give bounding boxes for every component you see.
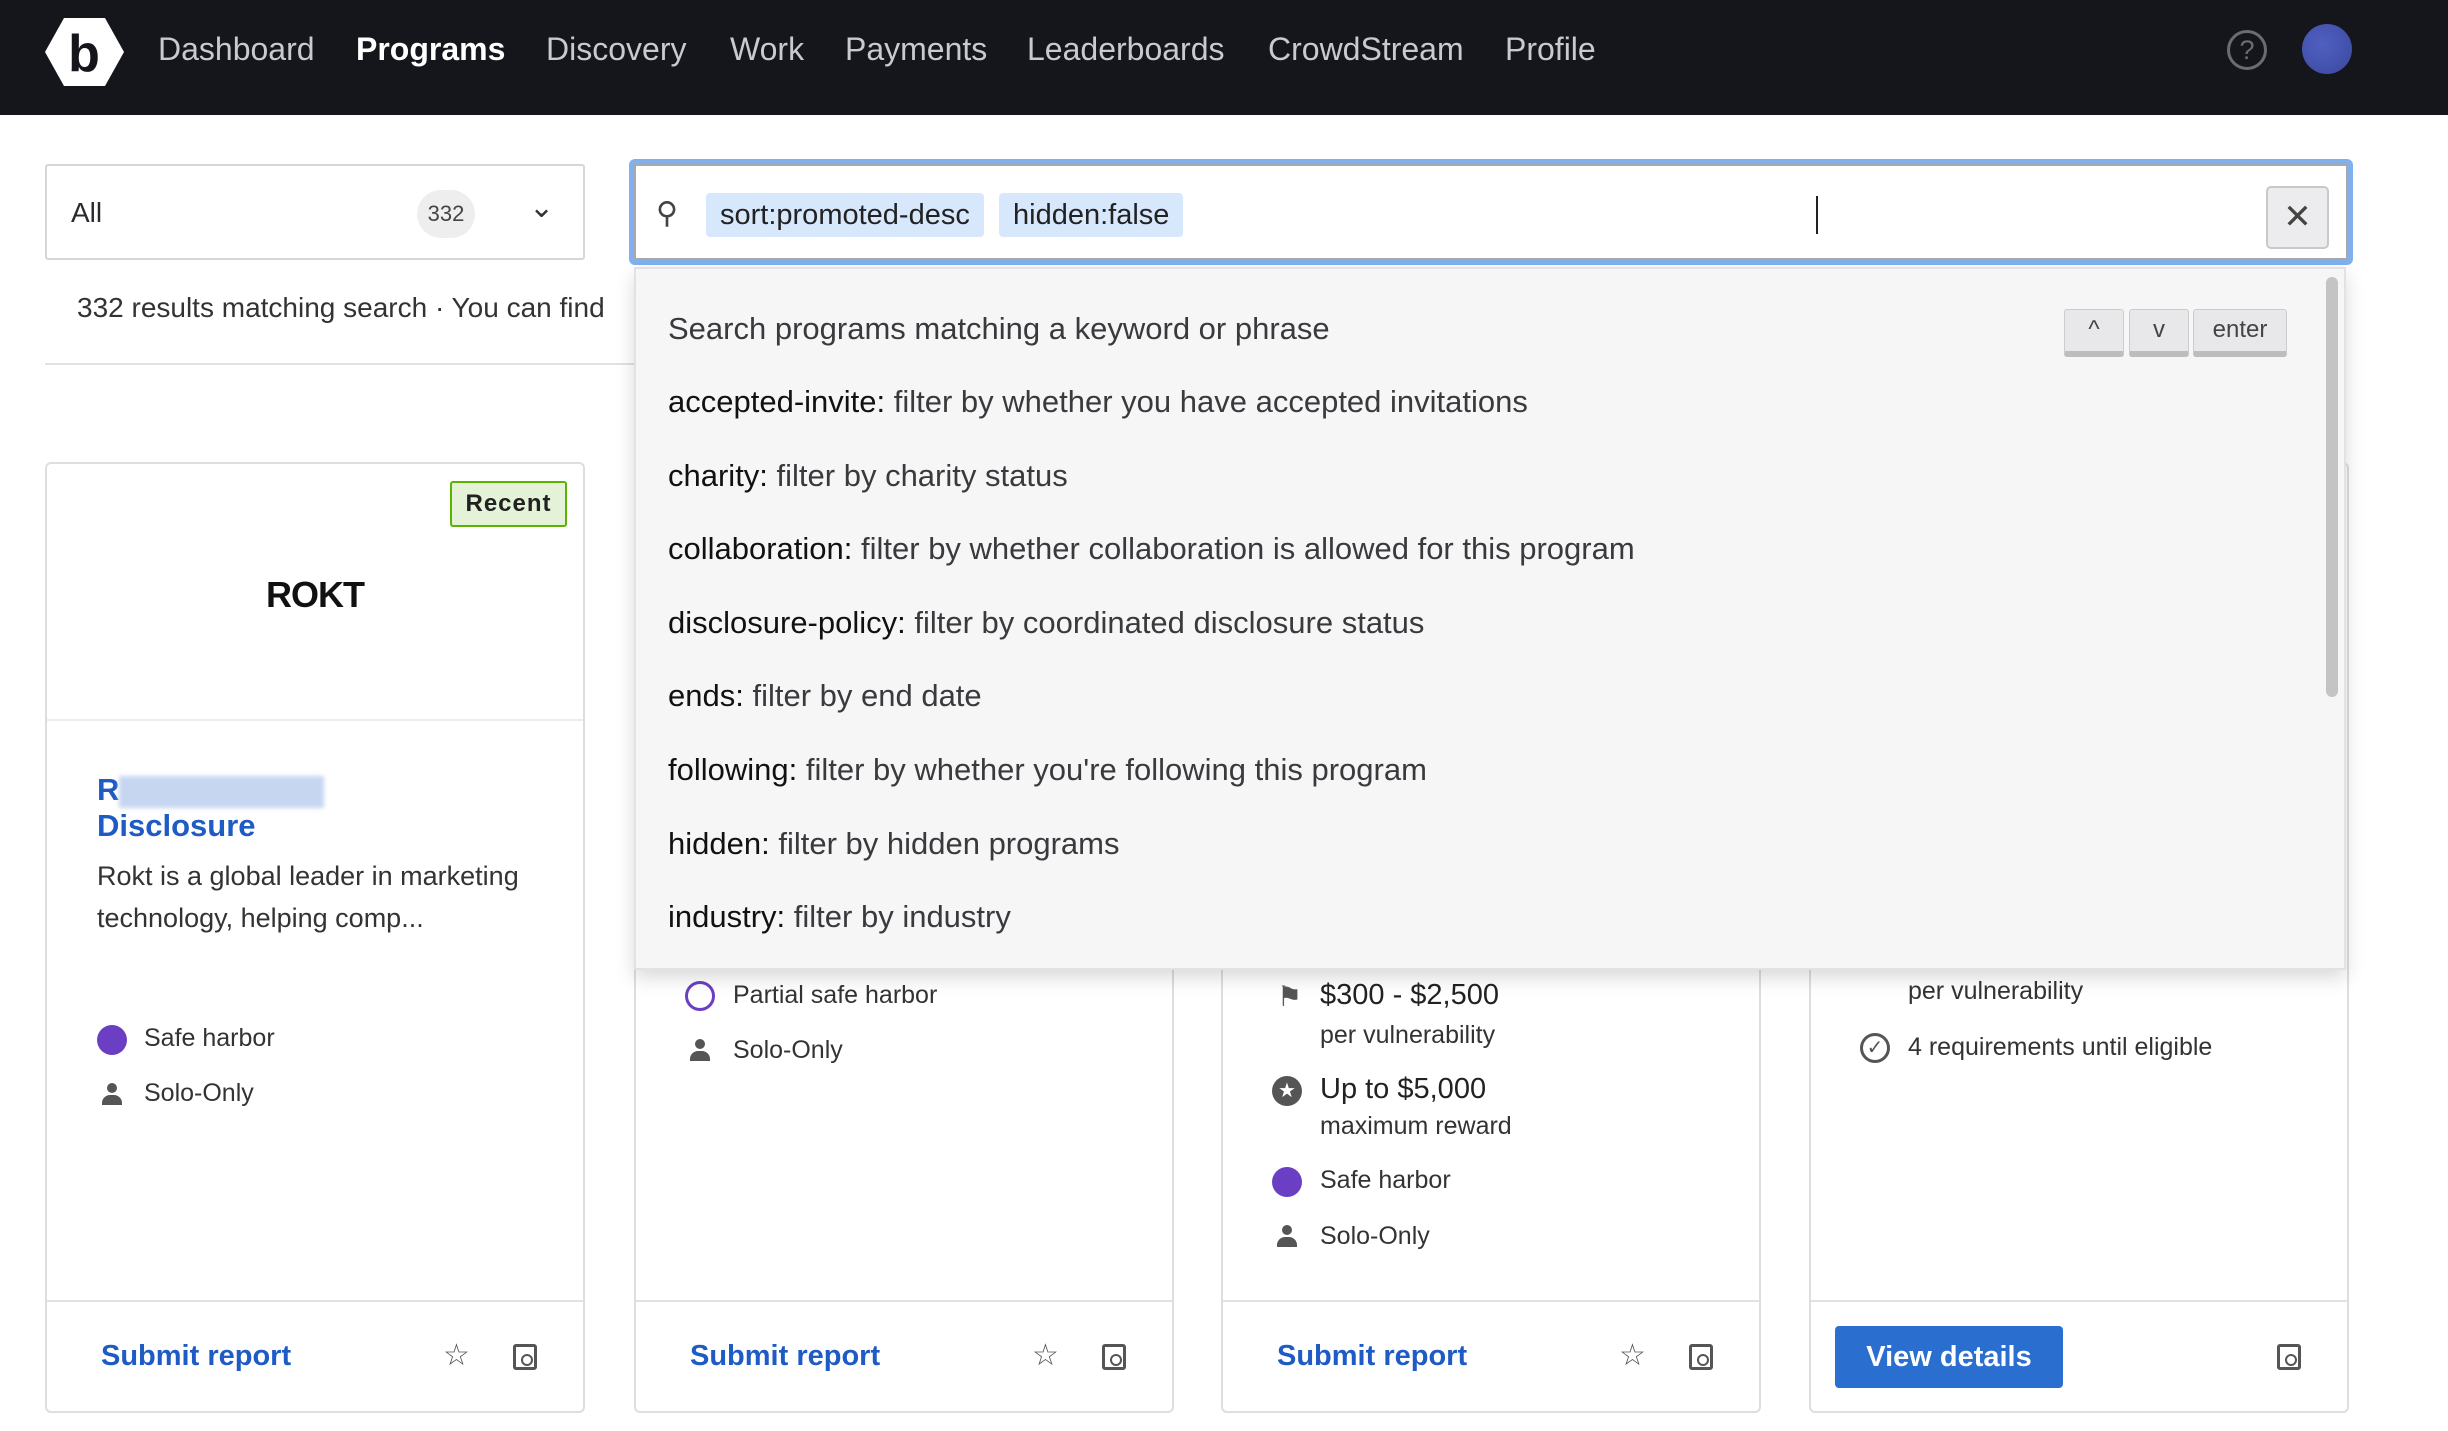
star-icon[interactable]: ☆ [1032, 1338, 1059, 1373]
results-summary: 332 results matching search · You can fi… [77, 292, 605, 323]
safe-harbor-icon [97, 1025, 127, 1055]
nav-crowdstream[interactable]: CrowdStream [1268, 31, 1464, 68]
nav-profile[interactable]: Profile [1505, 31, 1596, 68]
search-icon: ⚲ [656, 197, 678, 230]
submit-report-link[interactable]: Submit report [101, 1340, 291, 1373]
camera-icon[interactable] [1689, 1344, 1713, 1370]
person-icon [690, 1039, 710, 1063]
nav-leaderboards[interactable]: Leaderboards [1027, 31, 1224, 68]
suggestion-item[interactable]: ends: filter by end date [668, 678, 982, 714]
search-chip[interactable]: sort:promoted-desc [706, 193, 984, 237]
filter-selected: All [71, 197, 103, 228]
chevron-down-icon: ⌄ [529, 191, 555, 224]
clear-search-button[interactable]: ✕ [2266, 186, 2329, 249]
divider [636, 1300, 1172, 1302]
suggestion-item[interactable]: following: filter by whether you're foll… [668, 752, 1427, 788]
recent-badge: Recent [450, 481, 567, 527]
feature-label: Safe harbor [144, 1024, 275, 1052]
text-cursor [1816, 196, 1818, 234]
filter-count-badge: 332 [417, 190, 475, 238]
suggestion-header: Search programs matching a keyword or ph… [668, 311, 1330, 346]
star-badge-icon: ★ [1272, 1076, 1302, 1106]
program-logo: ROKT [266, 574, 365, 615]
help-icon[interactable]: ? [2227, 30, 2267, 70]
program-description: Rokt is a global leader in marketing tec… [97, 861, 519, 933]
key-enter-hint: enter [2193, 309, 2287, 357]
requirements-label: 4 requirements until eligible [1908, 1033, 2213, 1061]
svg-text:b: b [68, 25, 100, 83]
search-suggestions-dropdown: Search programs matching a keyword or ph… [634, 267, 2346, 970]
divider [1811, 1300, 2347, 1302]
max-reward: Up to $5,000 [1320, 1073, 1487, 1105]
feature-label: Partial safe harbor [733, 981, 938, 1009]
scrollbar[interactable] [2326, 277, 2338, 697]
nav-payments[interactable]: Payments [845, 31, 987, 68]
avatar[interactable] [2302, 24, 2352, 74]
check-circle-icon: ✓ [1860, 1033, 1890, 1063]
suggestion-item[interactable]: industry: filter by industry [668, 899, 1011, 935]
suggestion-item[interactable]: charity: filter by charity status [668, 458, 1068, 494]
suggestion-item[interactable]: disclosure-policy: filter by coordinated… [668, 605, 1424, 641]
redacted-blur [119, 775, 325, 808]
camera-icon[interactable] [1102, 1344, 1126, 1370]
nav-discovery[interactable]: Discovery [546, 31, 686, 68]
top-nav: b Dashboard Programs Discovery Work Paym… [0, 0, 2448, 115]
flag-icon: ⚑ [1277, 981, 1303, 1012]
reward-range: $300 - $2,500 [1320, 979, 1499, 1011]
camera-icon[interactable] [2277, 1344, 2301, 1370]
key-up-hint: ^ [2064, 309, 2124, 357]
divider [45, 363, 645, 365]
reward-range-sub: per vulnerability [1320, 1021, 1496, 1049]
search-input[interactable]: ⚲ sort:promoted-desc hidden:false ✕ [629, 159, 2353, 265]
star-icon[interactable]: ☆ [443, 1338, 470, 1373]
nav-dashboard[interactable]: Dashboard [158, 31, 315, 68]
program-title-link[interactable]: R Disclosure [97, 772, 325, 844]
suggestion-item[interactable]: collaboration: filter by whether collabo… [668, 531, 1635, 567]
suggestion-item[interactable]: accepted-invite: filter by whether you h… [668, 384, 1528, 420]
person-icon [102, 1083, 122, 1107]
feature-label: Solo-Only [144, 1079, 254, 1107]
max-reward-sub: maximum reward [1320, 1112, 1512, 1140]
divider [47, 719, 583, 721]
feature-label: Solo-Only [1320, 1222, 1430, 1250]
suggestion-item[interactable]: hidden: filter by hidden programs [668, 826, 1120, 862]
partial-safe-harbor-icon [685, 981, 715, 1011]
camera-icon[interactable] [513, 1344, 537, 1370]
reward-sub: per vulnerability [1908, 977, 2084, 1005]
key-down-hint: v [2129, 309, 2189, 357]
divider [47, 1300, 583, 1302]
nav-work[interactable]: Work [730, 31, 804, 68]
feature-label: Solo-Only [733, 1036, 843, 1064]
star-icon[interactable]: ☆ [1619, 1338, 1646, 1373]
nav-programs[interactable]: Programs [356, 31, 505, 68]
feature-label: Safe harbor [1320, 1166, 1451, 1194]
program-filter-select[interactable]: All 332 ⌄ [45, 164, 585, 260]
person-icon [1277, 1225, 1297, 1249]
bugcrowd-logo[interactable]: b [44, 16, 125, 88]
view-details-button[interactable]: View details [1835, 1326, 2063, 1388]
submit-report-link[interactable]: Submit report [1277, 1340, 1467, 1373]
safe-harbor-icon [1272, 1167, 1302, 1197]
submit-report-link[interactable]: Submit report [690, 1340, 880, 1373]
search-chip[interactable]: hidden:false [999, 193, 1184, 237]
divider [1223, 1300, 1759, 1302]
program-card: Recent ROKT R Disclosure Rokt is a global… [45, 462, 585, 1413]
